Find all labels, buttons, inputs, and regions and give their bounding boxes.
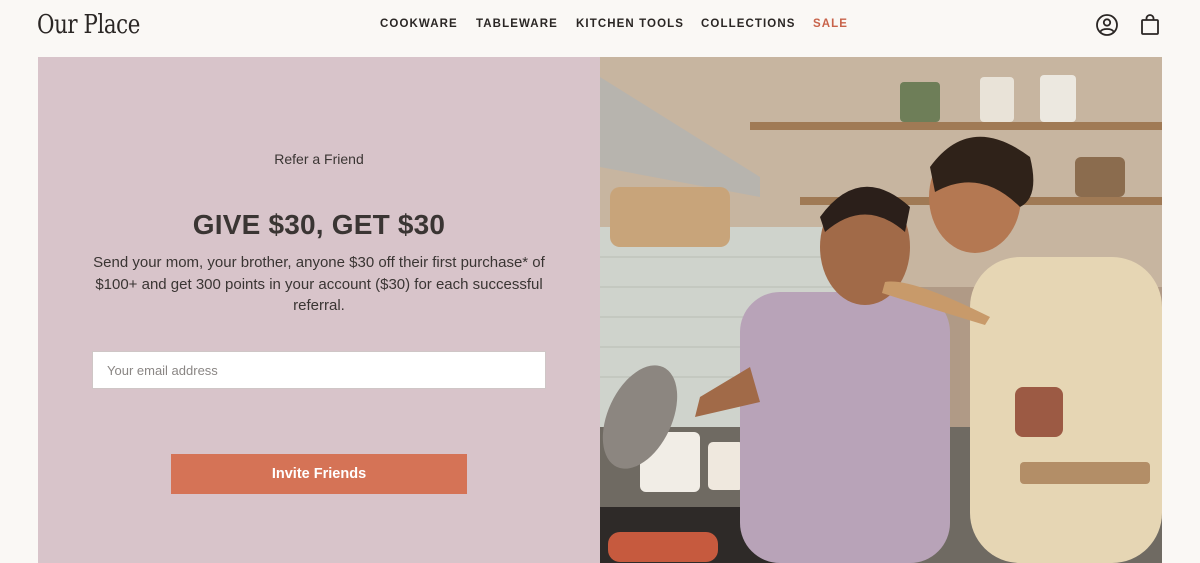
referral-description: Send your mom, your brother, anyone $30 …	[93, 254, 545, 314]
account-icon[interactable]	[1095, 13, 1119, 37]
nav-item-collections[interactable]: COLLECTIONS	[701, 18, 796, 30]
nav-item-kitchen-tools[interactable]: KITCHEN TOOLS	[576, 18, 684, 30]
main-nav: COOKWARE TABLEWARE KITCHEN TOOLS COLLECT…	[0, 18, 1200, 32]
nav-item-tableware[interactable]: TABLEWARE	[476, 18, 558, 30]
nav-item-cookware[interactable]: COOKWARE	[380, 18, 458, 30]
site-header: Our Place COOKWARE TABLEWARE KITCHEN TOO…	[0, 0, 1200, 57]
referral-eyebrow: Refer a Friend	[274, 151, 364, 167]
nav-item-sale[interactable]: SALE	[813, 18, 848, 30]
kitchen-photo-illustration	[600, 57, 1162, 563]
hero-image	[600, 57, 1162, 563]
email-field[interactable]	[92, 351, 546, 389]
invite-friends-button[interactable]: Invite Friends	[171, 454, 467, 494]
referral-panel: Refer a Friend GIVE $30, GET $30 Send yo…	[38, 57, 600, 563]
referral-headline: GIVE $30, GET $30	[192, 209, 446, 240]
shopping-bag-icon[interactable]	[1138, 13, 1162, 37]
